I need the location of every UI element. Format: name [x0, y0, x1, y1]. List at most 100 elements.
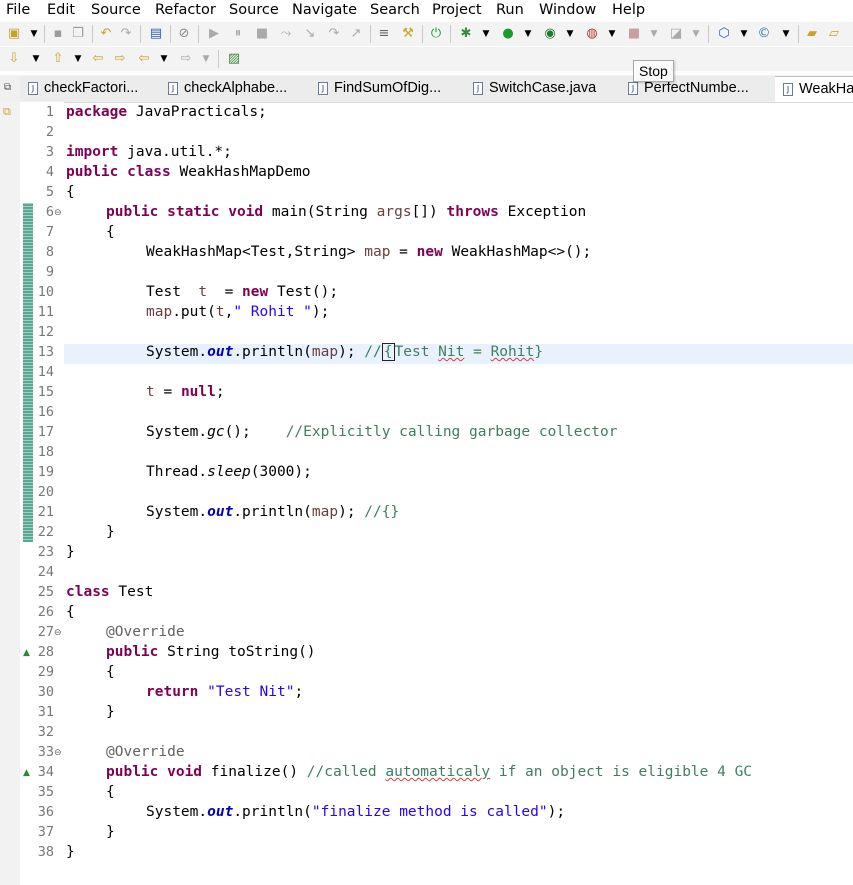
- tab-checkalphabet[interactable]: J checkAlphabe...: [160, 76, 311, 101]
- open-file-icon[interactable]: ▱: [826, 26, 842, 42]
- new-java-package-dropdown-icon[interactable]: ▼: [736, 26, 752, 42]
- open-type-icon[interactable]: ◪: [668, 26, 684, 42]
- external-tools-dropdown-icon[interactable]: ▼: [604, 26, 620, 42]
- line-number: 3: [45, 144, 54, 160]
- back-dropdown-icon[interactable]: ▼: [156, 51, 172, 67]
- code-text: Thread.: [146, 464, 208, 480]
- fold-collapse-icon[interactable]: ⊖: [54, 208, 62, 218]
- tab-weakhashmapdemo[interactable]: J WeakHa: [775, 76, 853, 102]
- back-icon[interactable]: ⇦: [136, 51, 152, 67]
- stop-icon[interactable]: ■: [626, 26, 642, 42]
- tab-label: FindSumOfDig...: [334, 80, 442, 96]
- tab-label: checkAlphabe...: [184, 80, 288, 96]
- package-explorer-icon[interactable]: ⧉: [3, 105, 11, 119]
- console-icon[interactable]: ▤: [148, 26, 164, 42]
- code-text: java.util.*;: [118, 144, 232, 160]
- disconnect-icon[interactable]: ⤳: [278, 26, 294, 42]
- menu-file[interactable]: File: [6, 2, 30, 18]
- menu-run[interactable]: Run: [496, 2, 524, 18]
- undo-icon[interactable]: ↶: [98, 26, 114, 42]
- code-text: =: [390, 244, 417, 260]
- tab-findsumofdigits[interactable]: J FindSumOfDig...: [310, 76, 466, 101]
- pin-editor-icon[interactable]: ▨: [226, 51, 242, 67]
- menu-window[interactable]: Window: [539, 2, 596, 18]
- forward-edit-icon[interactable]: ⇨: [112, 51, 128, 67]
- menu-project[interactable]: Project: [432, 2, 482, 18]
- next-annotation-icon[interactable]: ⇩: [6, 51, 22, 67]
- code-text: {: [66, 604, 75, 620]
- stop-dropdown-icon[interactable]: ▼: [646, 26, 662, 42]
- keyword: throws: [446, 204, 499, 220]
- open-type-dropdown-icon[interactable]: ▼: [688, 26, 704, 42]
- run-dropdown-icon[interactable]: ▼: [520, 26, 536, 42]
- menu-source-2[interactable]: Source: [229, 2, 279, 18]
- new-dropdown-icon[interactable]: ▼: [26, 26, 42, 42]
- menu-source[interactable]: Source: [91, 2, 141, 18]
- override-marker-icon[interactable]: ▲: [23, 648, 30, 658]
- new-java-class-icon[interactable]: ©: [756, 26, 772, 42]
- suspend-icon[interactable]: ⏸: [230, 26, 246, 42]
- next-annotation-dropdown-icon[interactable]: ▼: [28, 51, 44, 67]
- previous-annotation-icon[interactable]: ⇧: [50, 51, 66, 67]
- last-edit-location-icon[interactable]: ⇦: [90, 51, 106, 67]
- code-line: {: [106, 662, 115, 682]
- comment: Test: [394, 344, 439, 360]
- code-line: }: [106, 702, 115, 722]
- annotation: @Override: [106, 744, 185, 760]
- new-java-class-dropdown-icon[interactable]: ▼: [778, 26, 794, 42]
- menu-refactor[interactable]: Refactor: [155, 2, 216, 18]
- skip-breakpoints-icon[interactable]: ⊘: [176, 26, 192, 42]
- restore-icon[interactable]: ⧉: [4, 82, 11, 93]
- code-text: {: [106, 224, 115, 240]
- code-editor[interactable]: package JavaPracticals; import java.util…: [64, 102, 853, 885]
- save-icon[interactable]: ▪: [50, 26, 66, 42]
- save-all-icon[interactable]: ❐: [70, 26, 86, 42]
- redo-icon[interactable]: ↷: [118, 26, 134, 42]
- resume-icon[interactable]: ▶: [206, 26, 222, 42]
- tab-switchcase[interactable]: J SwitchCase.java: [465, 76, 621, 101]
- tab-checkfactorial[interactable]: J checkFactori...: [20, 76, 161, 101]
- code-line: @Override: [106, 742, 185, 762]
- line-number: 29: [37, 664, 54, 680]
- external-tools-icon[interactable]: ◍: [584, 26, 600, 42]
- debug-dropdown-icon[interactable]: ▼: [478, 26, 494, 42]
- editor-tabs: ⧉ J checkFactori... J checkAlphabe... J …: [0, 75, 853, 103]
- menu-help[interactable]: Help: [612, 2, 645, 18]
- override-marker-icon[interactable]: ▲: [23, 768, 30, 778]
- fold-collapse-icon[interactable]: ⊖: [54, 628, 62, 638]
- keyword: new: [416, 244, 443, 260]
- code-text: }: [66, 844, 75, 860]
- terminate-icon[interactable]: ■: [254, 26, 270, 42]
- use-step-filters-icon[interactable]: ≡: [376, 26, 392, 42]
- debug-icon[interactable]: ✱: [458, 26, 474, 42]
- new-java-package-icon[interactable]: ⬡: [716, 26, 732, 42]
- open-folder-icon[interactable]: ▰: [804, 26, 820, 42]
- menu-navigate[interactable]: Navigate: [292, 2, 357, 18]
- previous-annotation-dropdown-icon[interactable]: ▼: [70, 51, 86, 67]
- code-text: main(String: [263, 204, 377, 220]
- step-over-icon[interactable]: ↷: [326, 26, 342, 42]
- code-text: =: [154, 384, 181, 400]
- fold-collapse-icon[interactable]: ⊖: [54, 748, 62, 758]
- menu-edit[interactable]: Edit: [47, 2, 75, 18]
- toolbar-separator: [422, 25, 423, 43]
- coverage-icon[interactable]: ◉: [542, 26, 558, 42]
- menu-search[interactable]: Search: [370, 2, 420, 18]
- step-return-icon[interactable]: ↗: [348, 26, 364, 42]
- step-into-icon[interactable]: ↘: [302, 26, 318, 42]
- tab-label: SwitchCase.java: [489, 80, 597, 96]
- forward-dropdown-icon[interactable]: ▼: [198, 51, 214, 67]
- run-icon[interactable]: ●: [500, 26, 516, 42]
- string-literal: " Rohit ": [233, 304, 312, 320]
- run-last-icon[interactable]: ⏻: [428, 26, 444, 42]
- new-icon[interactable]: ▣: [6, 26, 22, 42]
- code-line: public String toString(): [106, 642, 316, 662]
- code-text: ;: [215, 384, 225, 400]
- build-icon[interactable]: ⚒: [400, 26, 416, 42]
- local-variable: t: [215, 304, 225, 320]
- quick-diff-change-bar: [23, 203, 33, 542]
- code-text: =: [207, 284, 243, 300]
- coverage-dropdown-icon[interactable]: ▼: [562, 26, 578, 42]
- forward-icon[interactable]: ⇨: [178, 51, 194, 67]
- line-number: 26: [37, 604, 54, 620]
